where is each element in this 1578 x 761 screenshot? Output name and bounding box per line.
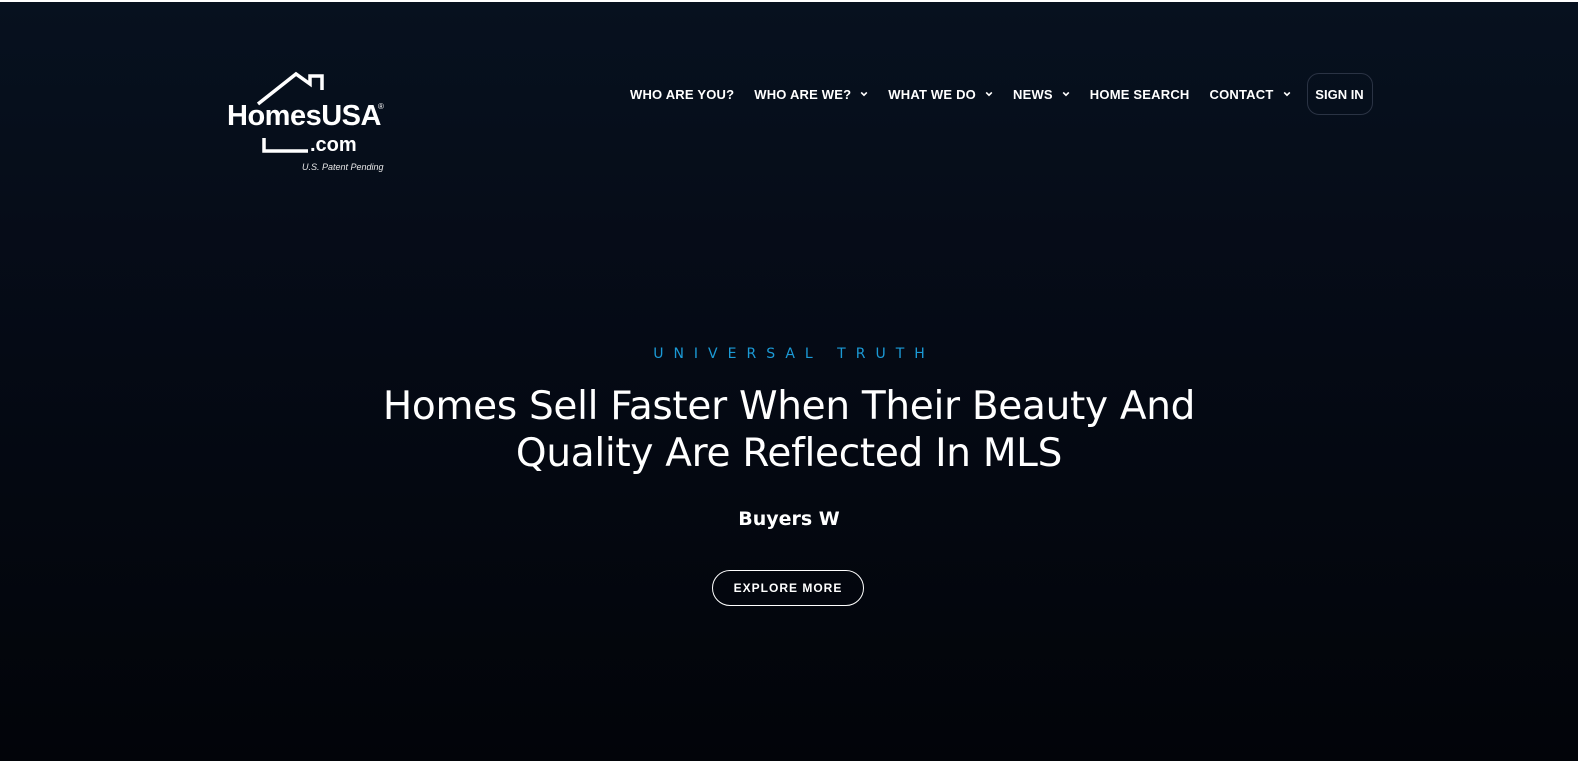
nav-item-label: WHO ARE WE? (754, 86, 852, 102)
hero-eyebrow: UNIVERSAL TRUTH (653, 346, 935, 362)
chevron-down-icon (1283, 91, 1290, 97)
logo-domain-text: .com (310, 134, 357, 156)
hero-headline-line1: Homes Sell Faster When Their Beauty And (382, 384, 1196, 429)
main-nav: WHO ARE YOU? WHO ARE WE? WHAT WE DO NEWS… (620, 72, 1373, 116)
homesusa-logo[interactable]: HomesUSA ® .com U.S. Patent Pending (226, 70, 388, 176)
nav-item-label: CONTACT (1209, 86, 1274, 102)
hero-headline: Homes Sell Faster When Their Beauty And … (289, 383, 1289, 477)
nav-item-contact[interactable]: CONTACT (1200, 72, 1301, 116)
nav-item-home-search[interactable]: HOME SEARCH (1080, 72, 1200, 116)
chevron-down-icon (985, 91, 993, 97)
patent-pending-text: U.S. Patent Pending (302, 162, 384, 172)
chevron-down-icon (1062, 91, 1070, 97)
hero-headline-line2: Quality Are Reflected In MLS (515, 431, 1063, 476)
hero-typed-text: Buyers W (738, 508, 840, 530)
nav-item-what-we-do[interactable]: WHAT WE DO (878, 72, 1003, 116)
page: HomesUSA ® .com U.S. Patent Pending WHO … (0, 2, 1578, 761)
nav-item-who-are-we[interactable]: WHO ARE WE? (744, 72, 878, 116)
registered-mark: ® (378, 102, 384, 111)
nav-item-who-are-you[interactable]: WHO ARE YOU? (620, 72, 744, 116)
sign-in-button[interactable]: SIGN IN (1306, 73, 1373, 115)
nav-item-news[interactable]: NEWS (1003, 72, 1080, 116)
nav-item-label: WHO ARE YOU? (630, 86, 735, 102)
logo-brand-text: HomesUSA (227, 100, 381, 132)
chevron-down-icon (860, 91, 868, 97)
explore-more-button[interactable]: EXPLORE MORE (712, 570, 864, 606)
nav-item-label: HOME SEARCH (1089, 86, 1190, 102)
nav-item-label: NEWS (1012, 86, 1053, 102)
nav-item-label: WHAT WE DO (888, 86, 976, 102)
